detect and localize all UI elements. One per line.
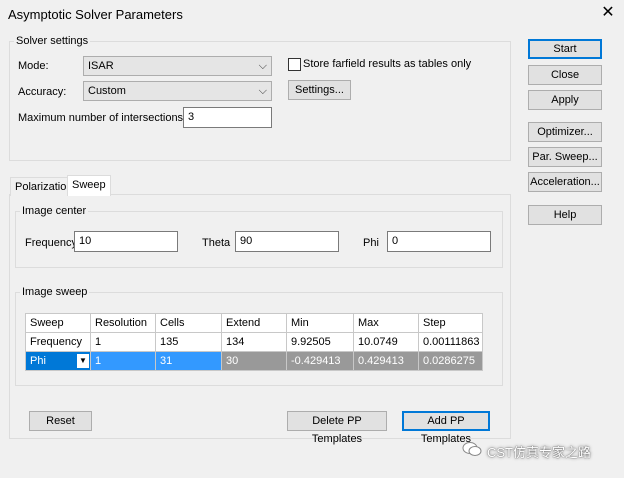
phi-label: Phi	[363, 237, 379, 249]
sweep-table: Sweep Resolution Cells Extend Min Max St…	[25, 313, 483, 371]
accuracy-value: Custom	[88, 85, 126, 97]
acceleration-button[interactable]: Acceleration...	[528, 172, 602, 192]
table-cell[interactable]: 1	[90, 351, 156, 371]
table-cell: 0.429413	[353, 351, 419, 371]
column-header: Max	[353, 313, 419, 333]
accuracy-label: Accuracy:	[18, 86, 67, 98]
apply-button[interactable]: Apply	[528, 90, 602, 110]
table-cell: 0.0286275	[418, 351, 483, 371]
table-row[interactable]: Frequency 1 135 134 9.92505 10.0749 0.00…	[25, 332, 483, 352]
theta-input[interactable]: 90	[235, 231, 339, 252]
reset-button[interactable]: Reset	[29, 411, 92, 431]
frequency-input[interactable]: 10	[74, 231, 178, 252]
table-cell: 30	[221, 351, 287, 371]
table-cell: 134	[221, 332, 287, 352]
phi-input[interactable]: 0	[387, 231, 491, 252]
optimizer-button[interactable]: Optimizer...	[528, 122, 602, 142]
help-button[interactable]: Help	[528, 205, 602, 225]
image-center-label: Image center	[20, 205, 89, 217]
start-button[interactable]: Start	[528, 39, 602, 59]
table-cell: -0.429413	[286, 351, 354, 371]
table-cell[interactable]: 135	[155, 332, 222, 352]
theta-label: Theta	[202, 237, 231, 249]
chevron-down-icon: ⌵	[258, 85, 267, 97]
mode-select[interactable]: ISAR ⌵	[83, 56, 272, 76]
table-cell[interactable]: 1	[90, 332, 156, 352]
sweep-table-wrap: Sweep Resolution Cells Extend Min Max St…	[25, 313, 483, 371]
table-cell: 10.0749	[353, 332, 419, 352]
column-header: Step	[418, 313, 483, 333]
delete-pp-templates-button[interactable]: Delete PP Templates	[287, 411, 387, 445]
mode-value: ISAR	[88, 60, 114, 72]
table-cell: 9.92505	[286, 332, 354, 352]
watermark-text: CST仿真专家之路	[487, 445, 592, 460]
accuracy-select[interactable]: Custom ⌵	[83, 81, 272, 101]
max-intersections-label: Maximum number of intersections:	[18, 112, 187, 124]
table-cell: 0.00111863	[418, 332, 483, 352]
column-header: Sweep	[25, 313, 91, 333]
par-sweep-button[interactable]: Par. Sweep...	[528, 147, 602, 167]
store-farfield-label: Store farfield results as tables only	[303, 58, 472, 70]
frequency-label: Frequency	[25, 237, 77, 249]
table-cell[interactable]: 31	[155, 351, 222, 371]
image-sweep-label: Image sweep	[20, 286, 90, 298]
chevron-down-icon: ▼	[77, 354, 89, 368]
column-header: Extend	[221, 313, 287, 333]
window-title: Asymptotic Solver Parameters	[8, 7, 183, 22]
column-header: Resolution	[90, 313, 156, 333]
table-row[interactable]: Phi ▼ 1 31 30 -0.429413 0.429413 0.02862…	[25, 351, 483, 371]
chevron-down-icon: ⌵	[258, 60, 267, 72]
close-window-icon[interactable]: ✕	[598, 3, 618, 23]
store-farfield-checkbox[interactable]	[288, 58, 301, 71]
settings-button[interactable]: Settings...	[288, 80, 351, 100]
close-button[interactable]: Close	[528, 65, 602, 85]
wechat-icon	[462, 441, 482, 457]
column-header: Min	[286, 313, 354, 333]
table-cell: Phi	[30, 355, 46, 367]
max-intersections-input[interactable]: 3	[183, 107, 272, 128]
column-header: Cells	[155, 313, 222, 333]
solver-settings-label: Solver settings	[14, 35, 91, 47]
mode-label: Mode:	[18, 60, 49, 72]
table-header-row: Sweep Resolution Cells Extend Min Max St…	[25, 313, 483, 333]
sweep-type-select[interactable]: Phi ▼	[25, 351, 91, 371]
tab-sweep[interactable]: Sweep	[67, 175, 111, 196]
add-pp-templates-button[interactable]: Add PP Templates	[402, 411, 490, 445]
table-cell[interactable]: Frequency	[25, 332, 91, 352]
